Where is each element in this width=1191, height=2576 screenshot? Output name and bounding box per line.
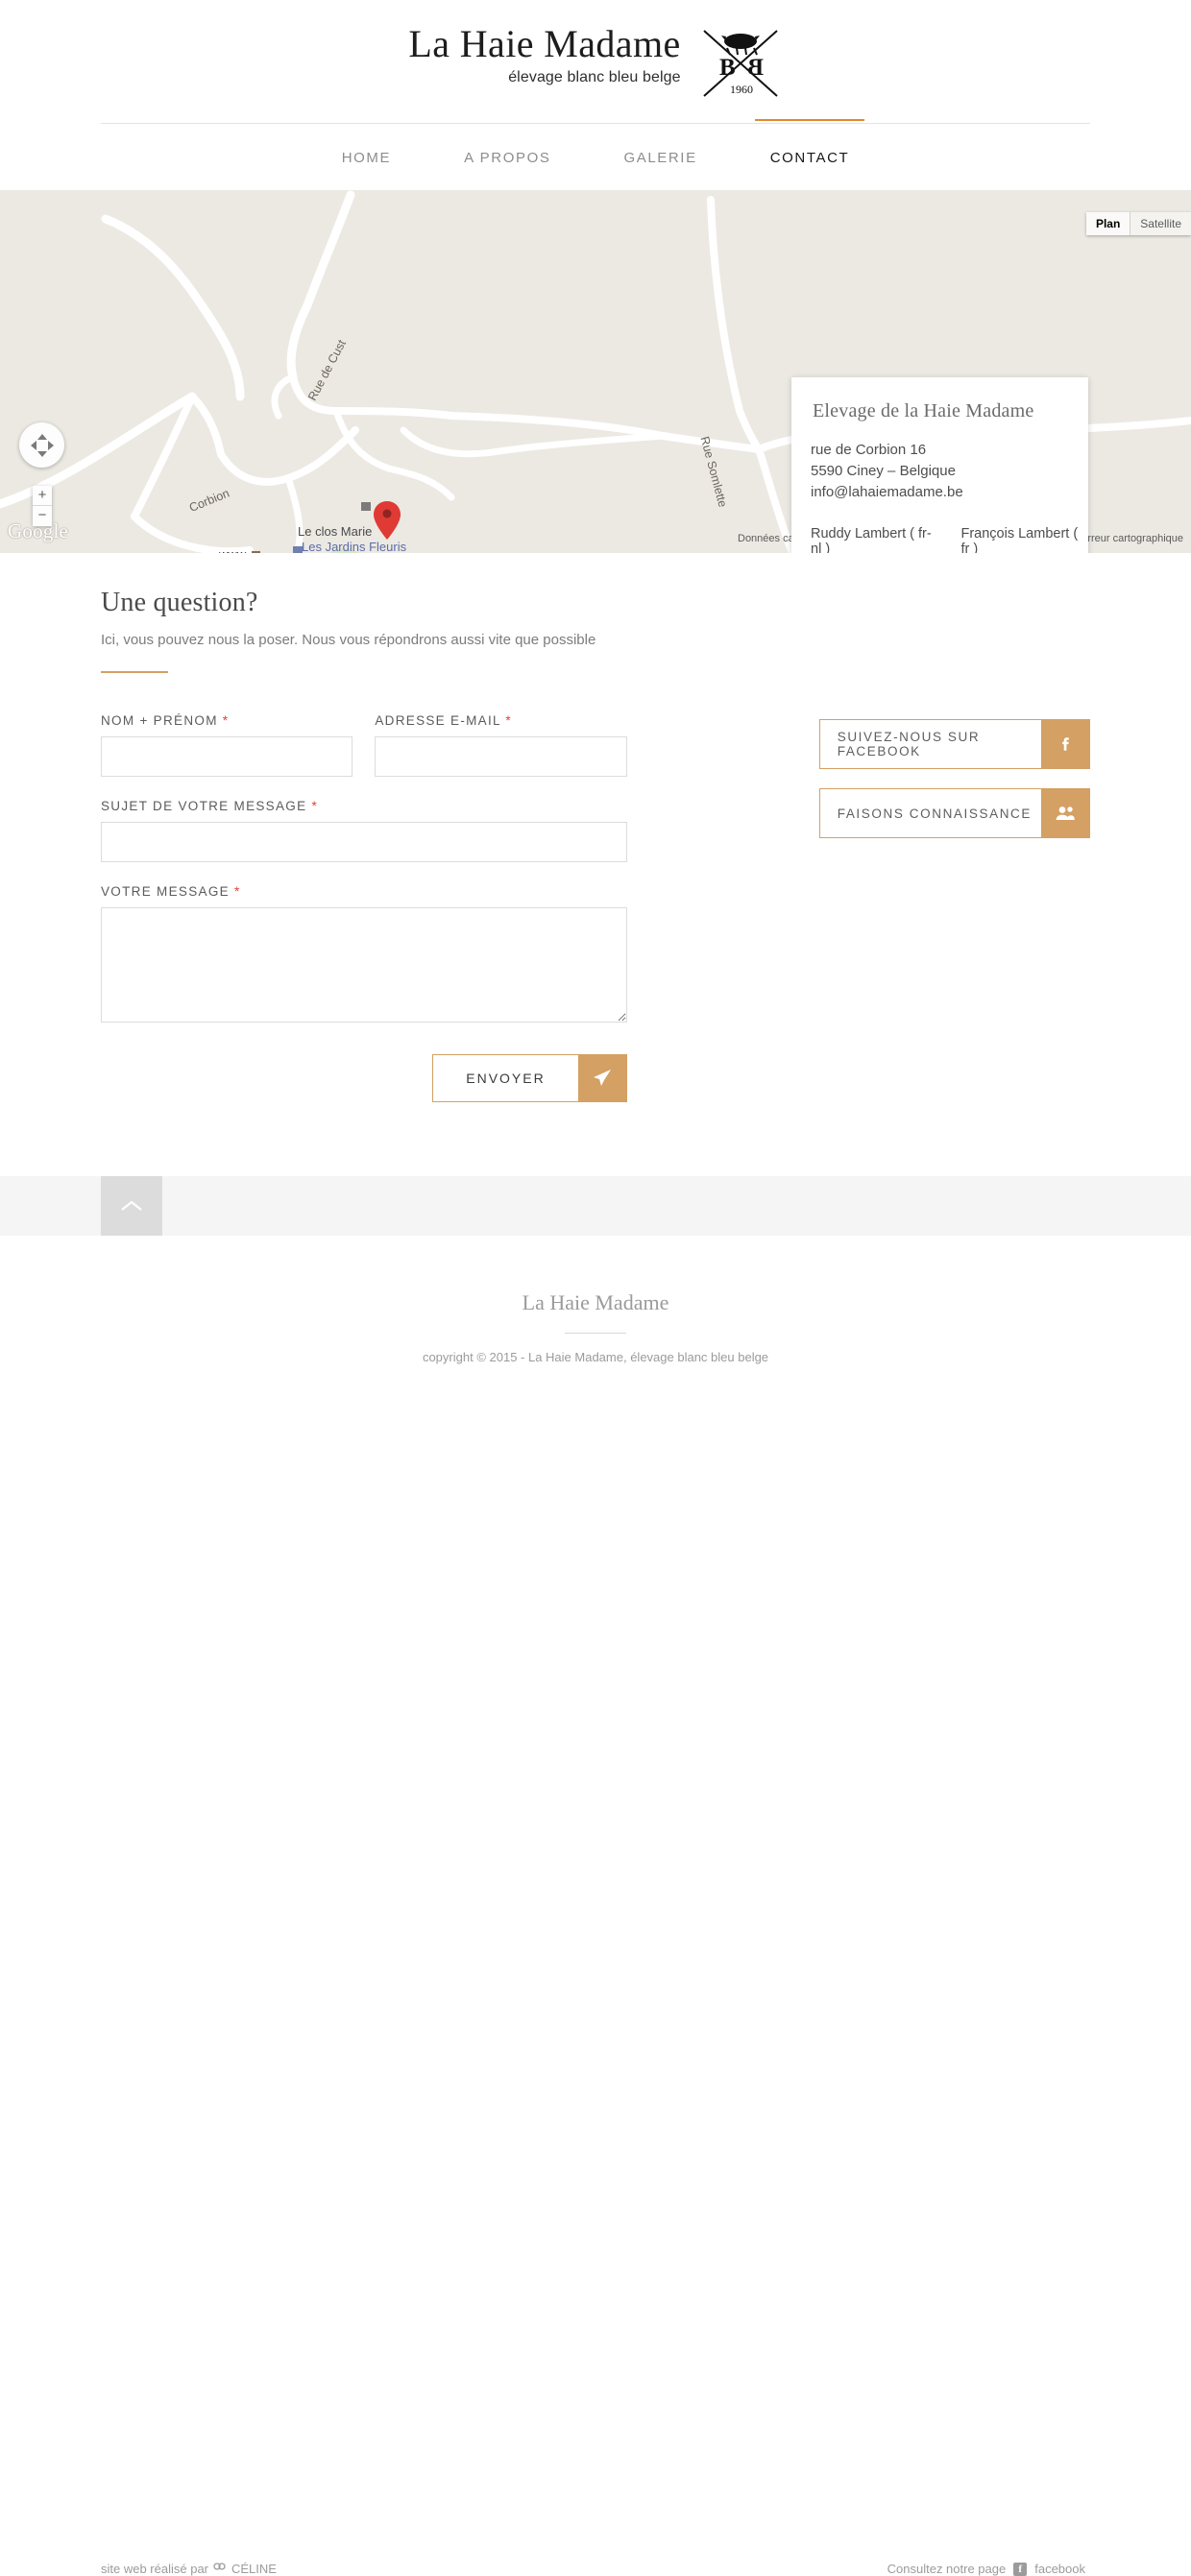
map-attribution-left: Données car (738, 533, 798, 544)
field-nom-prenom: NOM + PRÉNOM * (101, 713, 353, 777)
form-row-name-email: NOM + PRÉNOM * ADRESSE E-MAIL * (101, 713, 627, 777)
map-pan-control[interactable] (19, 422, 64, 468)
map-zoom-in-button[interactable]: + (33, 486, 52, 506)
logo-text-block: La Haie Madame élevage blanc bleu belge (408, 21, 697, 86)
site-footer: La Haie Madame copyright © 2015 - La Hai… (0, 1236, 1191, 2576)
site-logo[interactable]: La Haie Madame élevage blanc bleu belge … (0, 21, 1191, 102)
required-star: * (311, 799, 319, 813)
contact-section: Une question? Ici, vous pouvez nous la p… (0, 553, 1191, 1102)
celine-logo-icon (213, 2562, 227, 2576)
info-card-title: Elevage de la Haie Madame (813, 400, 1034, 421)
svg-text:B: B (719, 55, 736, 81)
info-card-address: rue de Corbion 16 5590 Ciney – Belgique … (791, 422, 1088, 503)
label-adresse-email: ADRESSE E-MAIL * (375, 713, 626, 728)
send-button[interactable]: ENVOYER (432, 1054, 627, 1102)
map-type-switcher[interactable]: Plan Satellite (1085, 212, 1191, 235)
contact-ruddy: Ruddy Lambert ( fr- nl ) ✆ +32 479 27 66… (811, 526, 943, 553)
footer-social: Consultez notre page f facebook (887, 2562, 1085, 2576)
page-subtitle: Ici, vous pouvez nous la poser. Nous vou… (101, 632, 596, 648)
info-address-line2: 5590 Ciney – Belgique (811, 463, 956, 479)
footer-divider (565, 1333, 626, 1334)
header-divider (101, 123, 1090, 124)
input-nom-prenom[interactable] (101, 736, 353, 777)
nav-item-home[interactable]: HOME (305, 150, 427, 166)
main-navigation: HOME A PROPOS GALERIE CONTACT (0, 118, 1191, 190)
map-info-card: Elevage de la Haie Madame rue de Corbion… (791, 377, 1088, 553)
facebook-icon[interactable]: f (1013, 2562, 1028, 2576)
map-type-plan-button[interactable]: Plan (1085, 212, 1130, 235)
label-sujet-text: SUJET DE VOTRE MESSAGE (101, 799, 307, 813)
facebook-icon (1041, 720, 1089, 768)
info-card-contacts: Ruddy Lambert ( fr- nl ) ✆ +32 479 27 66… (791, 503, 1088, 553)
map-type-satellite-button[interactable]: Satellite (1130, 212, 1191, 235)
nav-item-a-propos[interactable]: A PROPOS (427, 150, 587, 166)
submit-row: ENVOYER (101, 1054, 627, 1102)
contact-francois: François Lambert ( fr ) ✆ +32 498 88 20 … (960, 526, 1088, 553)
scroll-to-top-button[interactable] (101, 1176, 162, 1236)
label-adresse-email-text: ADRESSE E-MAIL (375, 713, 501, 728)
users-icon (1041, 789, 1089, 837)
footer-credit-prefix: site web réalisé par (101, 2562, 208, 2576)
footer-credit-name[interactable]: CÉLINE (231, 2562, 277, 2576)
required-star: * (234, 884, 241, 899)
page-title: Une question? (101, 588, 258, 617)
field-message: VOTRE MESSAGE * (101, 884, 627, 1027)
bottom-strip (0, 1176, 1191, 1236)
send-button-label: ENVOYER (433, 1055, 578, 1101)
footer-brand: La Haie Madame (522, 1290, 669, 1314)
field-sujet: SUJET DE VOTRE MESSAGE * (101, 799, 627, 862)
footer-social-prefix: Consultez notre page (887, 2562, 1007, 2576)
facebook-follow-button[interactable]: SUIVEZ-NOUS SUR FACEBOOK (818, 719, 1090, 769)
paper-plane-icon (577, 1055, 626, 1101)
faisons-connaissance-button[interactable]: FAISONS CONNAISSANCE (818, 788, 1090, 838)
footer-credit: site web réalisé par CÉLINE (101, 2562, 277, 2576)
chevron-up-icon (121, 1200, 142, 1211)
pan-arrows-icon (30, 433, 54, 457)
contact-form-wrapper: NOM + PRÉNOM * ADRESSE E-MAIL * SUJET DE… (101, 713, 1090, 1102)
google-map[interactable]: Rue de Cust Corbion Corbion Rue de Corbi… (0, 190, 1191, 553)
contact-francois-name: François Lambert ( fr ) (960, 526, 1079, 553)
nav-item-contact[interactable]: CONTACT (734, 118, 887, 166)
contact-form: NOM + PRÉNOM * ADRESSE E-MAIL * SUJET DE… (101, 713, 627, 1102)
faisons-connaissance-label: FAISONS CONNAISSANCE (819, 789, 1041, 837)
title-underline (101, 671, 168, 673)
bull-crest-icon: B B 1960 (698, 25, 783, 102)
contact-ruddy-name: Ruddy Lambert ( fr- nl ) (811, 526, 932, 553)
logo-title: La Haie Madame (408, 22, 681, 65)
logo-subtitle: élevage blanc bleu belge (508, 69, 681, 85)
info-address-line1: rue de Corbion 16 (811, 442, 927, 458)
nav-item-galerie[interactable]: GALERIE (587, 150, 733, 166)
label-message: VOTRE MESSAGE * (101, 884, 627, 899)
info-email[interactable]: info@lahaiemadame.be (811, 482, 1088, 503)
label-nom-prenom: NOM + PRÉNOM * (101, 713, 352, 728)
facebook-follow-label: SUIVEZ-NOUS SUR FACEBOOK (819, 720, 1041, 768)
input-sujet[interactable] (101, 822, 627, 862)
input-adresse-email[interactable] (375, 736, 627, 777)
contact-sidebar: SUIVEZ-NOUS SUR FACEBOOK FAISONS CONNAIS… (627, 713, 1090, 1102)
map-attribution-right: e erreur cartographique (1073, 533, 1183, 544)
field-adresse-email: ADRESSE E-MAIL * (375, 713, 627, 777)
footer-copyright: copyright © 2015 - La Haie Madame, éleva… (422, 1350, 769, 1364)
svg-text:B: B (747, 55, 764, 81)
label-message-text: VOTRE MESSAGE (101, 884, 230, 899)
input-message[interactable] (101, 907, 627, 1023)
label-sujet: SUJET DE VOTRE MESSAGE * (101, 799, 627, 813)
footer-social-name[interactable]: facebook (1034, 2562, 1085, 2576)
site-header: La Haie Madame élevage blanc bleu belge … (0, 0, 1191, 125)
required-star: * (222, 713, 230, 728)
required-star: * (505, 713, 512, 728)
label-nom-prenom-text: NOM + PRÉNOM (101, 713, 218, 728)
svg-text:1960: 1960 (730, 83, 753, 96)
